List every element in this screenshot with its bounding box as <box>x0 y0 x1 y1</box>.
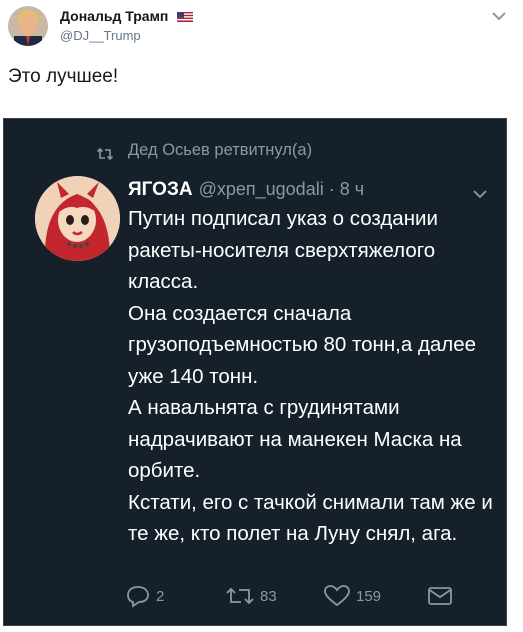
retweet-count: 83 <box>260 587 277 605</box>
heart-icon <box>324 585 350 607</box>
reply-count: 2 <box>156 587 165 605</box>
quoted-handle: @хреп_ugodali · 8 ч <box>198 179 365 199</box>
chevron-down-icon[interactable] <box>491 10 507 22</box>
quoted-tweet-body: Путин подписал указ о создании ракеты-но… <box>128 207 493 545</box>
avatar[interactable] <box>8 6 48 46</box>
user-handle[interactable]: @DJ__Trump <box>60 28 141 43</box>
quoted-author[interactable]: ЯГОЗА @хреп_ugodali · 8 ч <box>128 179 364 201</box>
retweet-action: 83 <box>225 581 277 611</box>
reply-icon <box>127 586 149 608</box>
like-count: 159 <box>356 587 382 605</box>
dm-action <box>427 581 458 611</box>
us-flag-icon <box>177 12 194 23</box>
like-action: 159 <box>323 581 381 611</box>
embedded-screenshot: Дед Осьев ретвитнул(а) ЯГОЗА @хреп_ugodal… <box>3 118 507 626</box>
quoted-actions-bar: 2 83 159 <box>4 581 508 611</box>
quoted-avatar <box>35 176 120 261</box>
retweet-icon <box>96 147 114 161</box>
retweet-icon <box>226 587 254 605</box>
reply-action: 2 <box>125 581 164 611</box>
display-name[interactable]: Дональд Трамп <box>60 8 194 24</box>
tweet-text: Это лучшее! <box>8 66 119 87</box>
chevron-down-icon <box>473 190 487 199</box>
envelope-icon <box>428 587 452 605</box>
tweet-header: Дональд Трамп @DJ__Trump <box>0 0 523 60</box>
retweet-attribution: Дед Осьев ретвитнул(а) <box>128 141 313 159</box>
